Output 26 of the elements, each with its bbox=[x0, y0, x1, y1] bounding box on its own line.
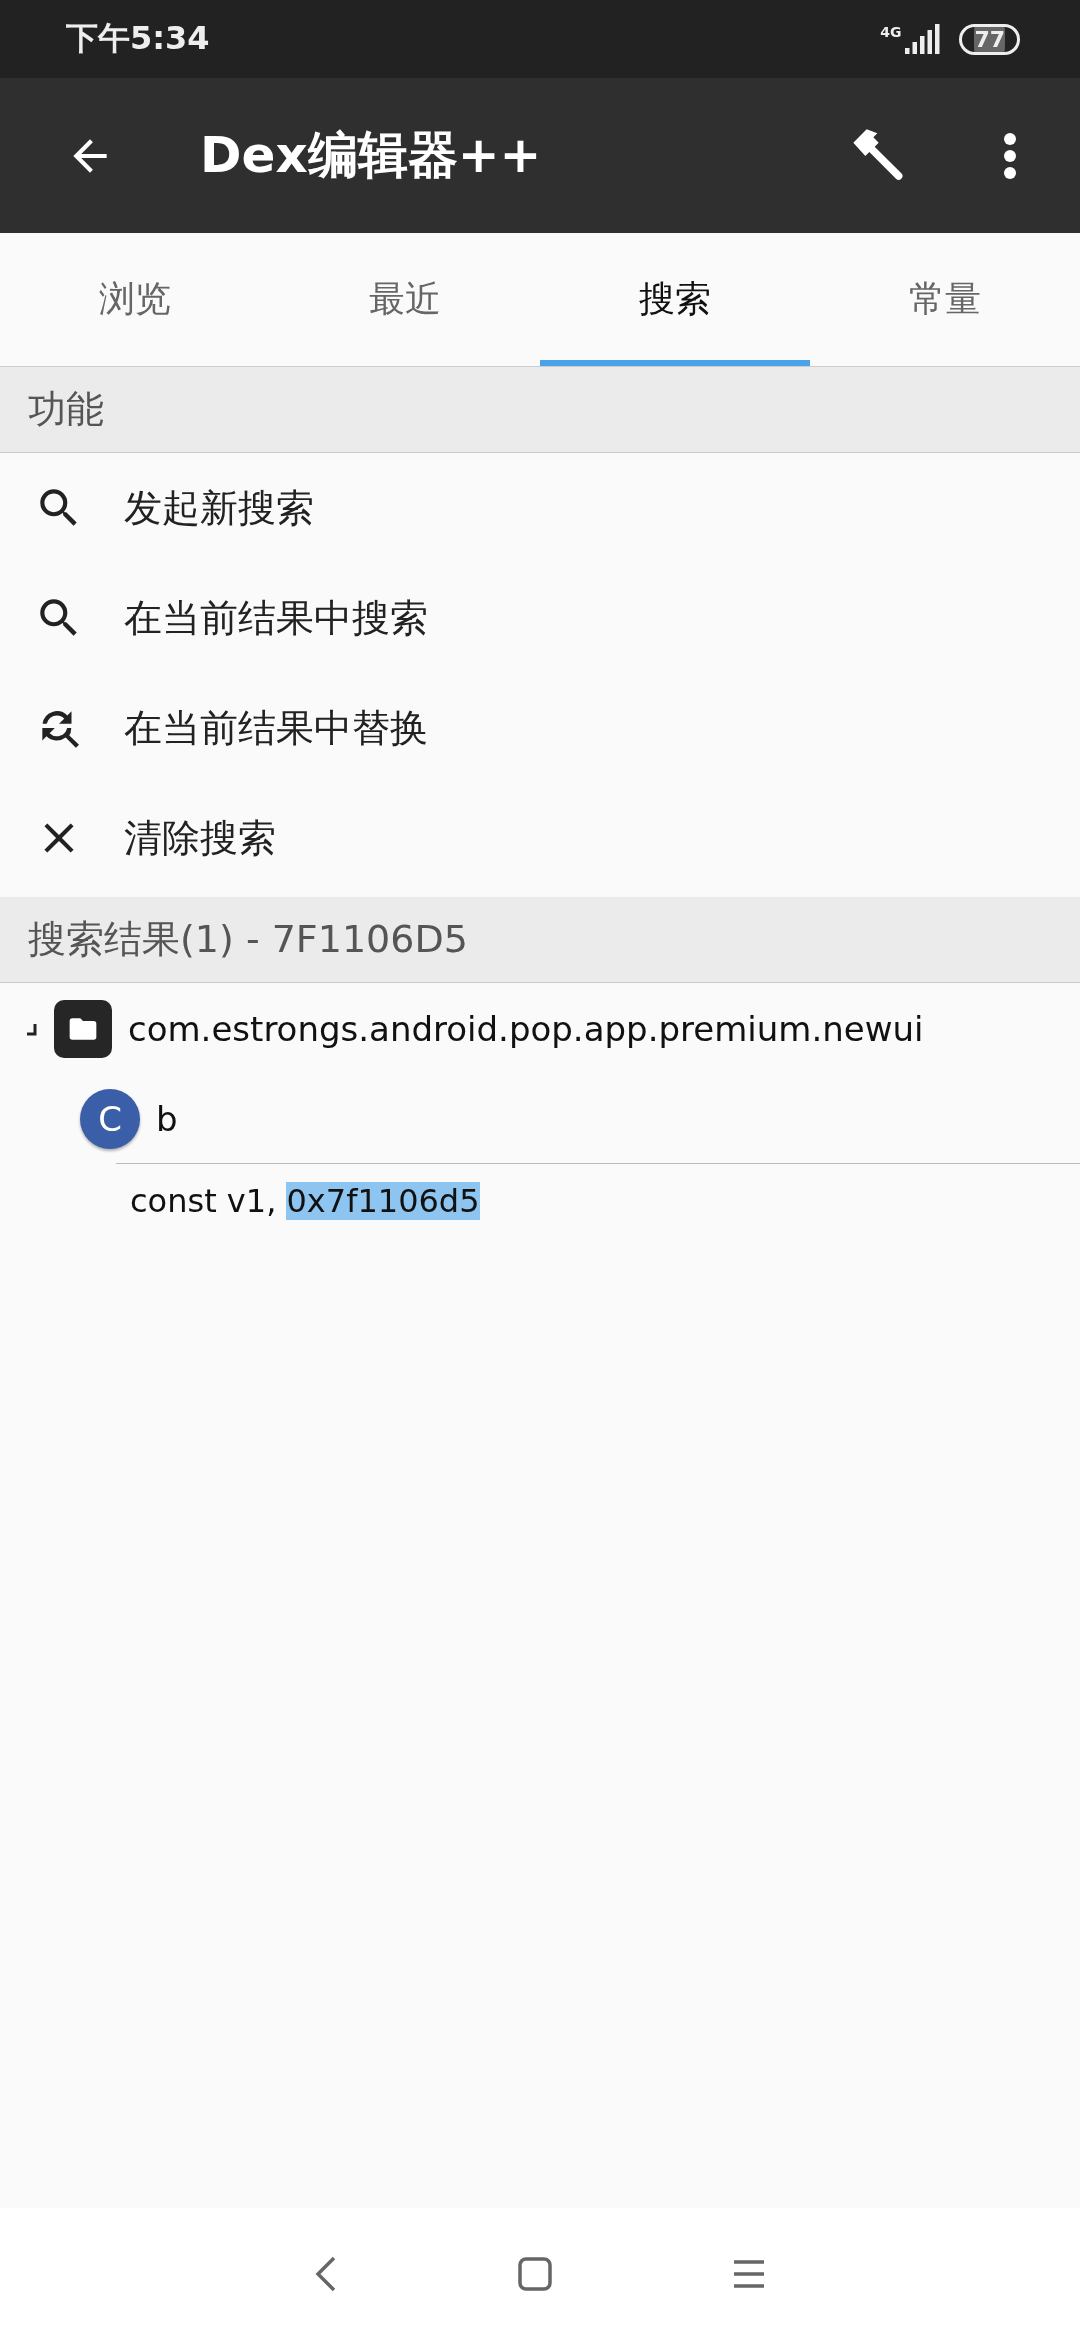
network-type: 4G bbox=[880, 24, 902, 40]
menu-item[interactable]: 在当前结果中搜索 bbox=[0, 563, 1080, 673]
app-title: Dex编辑器++ bbox=[200, 125, 543, 186]
signal-icon bbox=[905, 24, 942, 54]
section-title: 搜索结果(1) - 7F1106D5 bbox=[28, 916, 468, 963]
tab[interactable]: 常量 bbox=[810, 233, 1080, 366]
class-name[interactable]: b bbox=[156, 1099, 178, 1139]
menu-item-label: 清除搜索 bbox=[124, 814, 276, 862]
back-nav-icon[interactable] bbox=[314, 2254, 338, 2294]
battery-level: 77 bbox=[959, 23, 1020, 55]
status-time: 下午5:34 bbox=[66, 18, 211, 59]
menu-item-label: 在当前结果中搜索 bbox=[124, 594, 428, 642]
folder-icon bbox=[54, 1000, 112, 1058]
tab[interactable]: 浏览 bbox=[0, 233, 270, 366]
tab[interactable]: 最近 bbox=[270, 233, 540, 366]
menu-item[interactable]: 清除搜索 bbox=[0, 783, 1080, 893]
class-badge: C bbox=[80, 1089, 140, 1149]
menu-item-label: 在当前结果中替换 bbox=[124, 704, 428, 752]
menu-item[interactable]: 在当前结果中替换 bbox=[0, 673, 1080, 783]
section-title: 功能 bbox=[28, 386, 104, 433]
expanded-icon[interactable] bbox=[24, 1022, 38, 1036]
menu-icon[interactable] bbox=[732, 2259, 766, 2289]
menu-item[interactable]: 发起新搜索 bbox=[0, 453, 1080, 563]
menu-item-label: 发起新搜索 bbox=[124, 484, 314, 532]
package-name[interactable]: com.estrongs.android.pop.app.premium.newui bbox=[128, 1009, 924, 1049]
home-nav-icon[interactable] bbox=[518, 2257, 552, 2291]
